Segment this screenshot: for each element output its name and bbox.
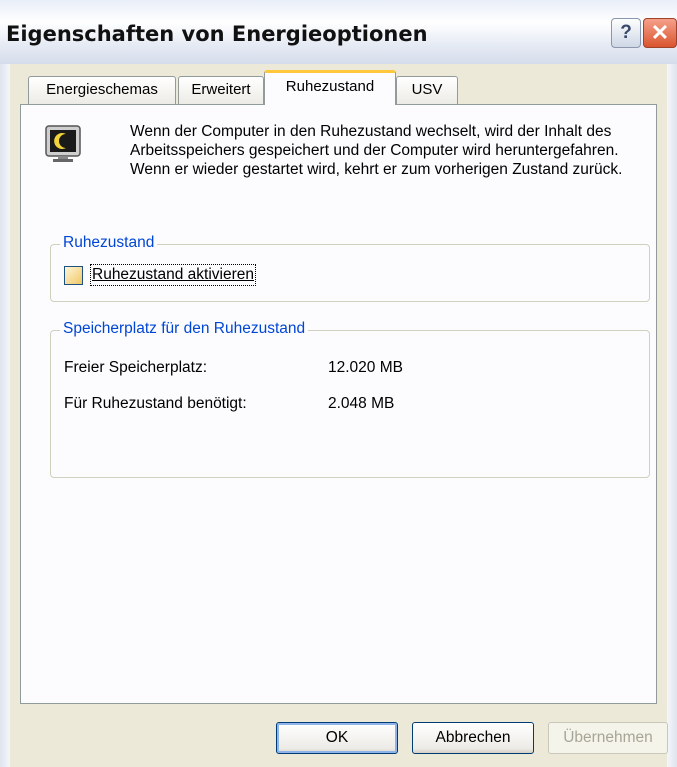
tab-erweitert[interactable]: Erweitert bbox=[178, 76, 264, 104]
dialog-window: Eigenschaften von Energieoptionen ? ✕ En… bbox=[0, 0, 677, 767]
tab-energieschemas[interactable]: Energieschemas bbox=[28, 76, 176, 104]
close-button[interactable]: ✕ bbox=[643, 18, 677, 48]
tab-ruhezustand[interactable]: Ruhezustand bbox=[264, 70, 396, 105]
free-space-label: Freier Speicherplatz: bbox=[64, 359, 208, 376]
hibernate-description: Wenn der Computer in den Ruhezustand wec… bbox=[130, 123, 623, 178]
window-title: Eigenschaften von Energieoptionen bbox=[6, 22, 428, 46]
cancel-button[interactable]: Abbrechen bbox=[412, 722, 534, 754]
hibernate-checkbox-label-text: Ruhezustand aktivieren bbox=[92, 266, 254, 283]
title-bar[interactable]: Eigenschaften von Energieoptionen ? ✕ bbox=[0, 0, 677, 65]
hibernate-checkbox-label[interactable]: Ruhezustand aktivieren bbox=[90, 264, 256, 286]
ok-button[interactable]: OK bbox=[276, 722, 398, 754]
tab-usv[interactable]: USV bbox=[396, 76, 458, 104]
help-button[interactable]: ? bbox=[611, 18, 641, 48]
window-frame-right bbox=[667, 64, 677, 767]
window-frame-left bbox=[0, 64, 10, 767]
free-space-value: 12.020 MB bbox=[328, 359, 403, 376]
hibernate-checkbox[interactable] bbox=[64, 266, 83, 285]
required-space-value: 2.048 MB bbox=[328, 395, 395, 412]
hibernate-group-title: Ruhezustand bbox=[60, 234, 158, 252]
required-space-label: Für Ruhezustand benötigt: bbox=[64, 395, 247, 412]
disk-space-group-title: Speicherplatz für den Ruhezustand bbox=[60, 320, 309, 338]
apply-button[interactable]: Übernehmen bbox=[548, 722, 668, 754]
hibernate-monitor-icon bbox=[45, 125, 81, 162]
